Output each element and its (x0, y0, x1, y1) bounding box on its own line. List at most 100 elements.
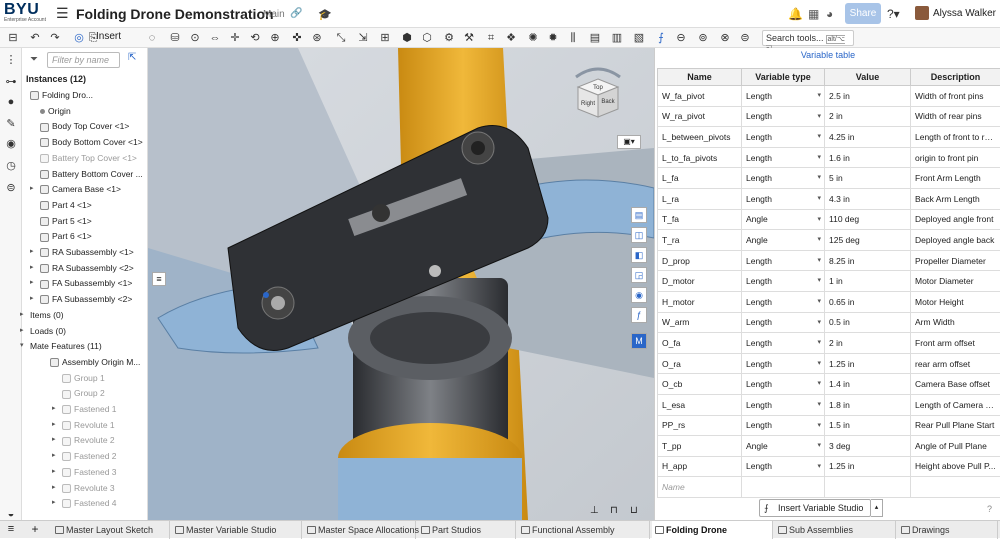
variable-type-cell[interactable]: Length (742, 147, 825, 168)
variable-type-cell[interactable]: Length (742, 312, 825, 333)
variable-value-cell[interactable]: 2 in (825, 106, 911, 127)
mate-tree-icon[interactable]: ⊶ (5, 76, 17, 88)
chevron-right-icon[interactable]: ▸ (52, 449, 56, 463)
share-button[interactable]: Share (845, 3, 881, 24)
slider-mate-icon[interactable]: ⇔ (208, 31, 222, 45)
variable-description-cell[interactable]: Deployed angle back (911, 230, 1000, 251)
mass-properties-icon[interactable]: ⊓ (610, 505, 618, 516)
tree-item[interactable]: ▸RA Subassembly <1> (40, 245, 134, 259)
section-view-icon[interactable]: ⊖ (674, 31, 688, 45)
variable-type-cell[interactable]: Length (742, 127, 825, 148)
variable-type-cell[interactable]: Length (742, 271, 825, 292)
filter-input[interactable]: Filter by name (47, 52, 120, 68)
byu-logo[interactable]: BYU Enterprise Account (4, 2, 50, 26)
variable-description-cell[interactable]: Propeller Diameter (911, 250, 1000, 271)
tab-list-icon[interactable]: ≡ (4, 522, 18, 536)
new-variable-name-input[interactable]: Name (658, 477, 742, 498)
variable-description-cell[interactable]: Camera Base offset (911, 374, 1000, 395)
tree-item[interactable]: Folding Dro... (30, 88, 93, 102)
chevron-down-icon[interactable]: ▾ (20, 339, 24, 353)
table-row[interactable]: L_faLength5 inFront Arm Length (658, 168, 1000, 189)
mate-connector-icon[interactable]: ⬢ (400, 31, 414, 45)
variable-type-cell[interactable]: Length (742, 291, 825, 312)
variable-description-cell[interactable]: Front Arm Length (911, 168, 1000, 189)
variable-type-cell[interactable]: Length (742, 106, 825, 127)
tree-item[interactable]: ▸Fastened 3 (62, 465, 117, 479)
variable-name-cell[interactable]: W_arm (658, 312, 742, 333)
variable-name-cell[interactable]: H_app (658, 456, 742, 477)
variable-name-cell[interactable]: D_prop (658, 250, 742, 271)
revolute-mate-icon[interactable]: ⊙ (188, 31, 202, 45)
table-row[interactable]: O_raLength1.25 inrear arm offset (658, 353, 1000, 374)
render-icon[interactable]: ⊜ (738, 31, 752, 45)
chevron-right-icon[interactable]: ▸ (20, 324, 24, 338)
parts-icon[interactable]: ⊜ (5, 182, 17, 194)
table-row[interactable]: H_appLength1.25 inHeight above Pull P... (658, 456, 1000, 477)
variable-type-cell[interactable]: Length (742, 374, 825, 395)
comment-icon[interactable]: ● (5, 96, 17, 108)
variable-description-cell[interactable]: Height above Pull P... (911, 456, 1000, 477)
variable-value-cell[interactable]: 1.8 in (825, 394, 911, 415)
variable-type-cell[interactable]: Length (742, 86, 825, 107)
variable-name-cell[interactable]: O_cb (658, 374, 742, 395)
chevron-right-icon[interactable]: ▸ (30, 261, 34, 275)
animate-icon[interactable]: ⊚ (696, 31, 710, 45)
filter-icon[interactable]: ⏷ (30, 54, 38, 65)
tab-folding-drone[interactable]: Folding Drone (652, 521, 773, 539)
variable-value-cell[interactable]: 4.25 in (825, 127, 911, 148)
table-row[interactable]: D_propLength8.25 inPropeller Diameter (658, 250, 1000, 271)
instances-icon[interactable]: ⋮ (5, 54, 17, 66)
tree-item[interactable]: Battery Top Cover <1> (40, 151, 137, 165)
view-cube-top-face[interactable]: Top (593, 85, 603, 91)
chevron-right-icon[interactable]: ▸ (30, 182, 34, 196)
table-row[interactable]: L_raLength4.3 inBack Arm Length (658, 188, 1000, 209)
tree-item[interactable]: ▾Mate Features (11) (30, 339, 102, 353)
add-tab-icon[interactable]: + (28, 522, 42, 536)
variable-name-cell[interactable]: O_fa (658, 333, 742, 354)
variable-type-cell[interactable]: Length (742, 250, 825, 271)
help-icon[interactable]: ? (987, 504, 992, 514)
tab-master-layout-sketch[interactable]: Master Layout Sketch (52, 521, 170, 539)
tree-item[interactable]: ▸Loads (0) (30, 324, 66, 338)
search-tools-input[interactable]: Search tools...alt/⌥ c (762, 30, 854, 46)
variable-name-cell[interactable]: T_pp (658, 436, 742, 457)
notes-icon[interactable]: ✎ (5, 118, 17, 130)
column-header-type[interactable]: Variable type (742, 69, 825, 86)
chevron-right-icon[interactable]: ▸ (52, 481, 56, 495)
tree-item[interactable]: ▸RA Subassembly <2> (40, 261, 134, 275)
tree-item[interactable]: Battery Bottom Cover ... (40, 167, 143, 181)
tab-sub-assemblies[interactable]: Sub Assemblies (775, 521, 896, 539)
chevron-right-icon[interactable]: ▸ (20, 308, 24, 322)
settings-gear-icon[interactable]: ✹ (546, 31, 560, 45)
tab-master-variable-studio[interactable]: Master Variable Studio (172, 521, 302, 539)
width-mate-icon[interactable]: ⇲ (356, 31, 370, 45)
view-options-dropdown[interactable]: ▣▾ (617, 135, 641, 149)
insert-variable-studio-button[interactable]: ⨍ Insert Variable Studio (759, 499, 871, 517)
graduation-cap-icon[interactable]: 🎓 (318, 8, 332, 21)
function-icon[interactable]: ƒ (631, 307, 647, 323)
tree-item[interactable]: ▸Revolute 1 (62, 418, 115, 432)
branch-label[interactable]: Main (263, 9, 285, 20)
variable-type-cell[interactable]: Length (742, 188, 825, 209)
variable-description-cell[interactable]: Motor Height (911, 291, 1000, 312)
list-toggle-icon[interactable]: ≡ (152, 272, 166, 286)
variable-description-cell[interactable]: rear arm offset (911, 353, 1000, 374)
variable-type-cell[interactable]: Angle (742, 230, 825, 251)
table-row[interactable]: H_motorLength0.65 inMotor Height (658, 291, 1000, 312)
rack-pinion-icon[interactable]: ⚒ (462, 31, 476, 45)
variable-value-cell[interactable]: 1.4 in (825, 374, 911, 395)
user-name[interactable]: Alyssa Walker (933, 8, 996, 19)
bom-icon[interactable]: ▥ (610, 31, 624, 45)
variable-value-cell[interactable]: 1.5 in (825, 415, 911, 436)
chevron-right-icon[interactable]: ▸ (52, 418, 56, 432)
tangent-mate-icon[interactable]: ⤡ (334, 31, 348, 45)
tree-item[interactable]: ▸Fastened 1 (62, 402, 117, 416)
variable-description-cell[interactable]: Front arm offset (911, 333, 1000, 354)
link-icon[interactable]: 🔗 (290, 8, 302, 19)
table-row[interactable]: T_raAngle125 degDeployed angle back (658, 230, 1000, 251)
table-row[interactable]: W_armLength0.5 inArm Width (658, 312, 1000, 333)
column-header-name[interactable]: Name (658, 69, 742, 86)
center-of-mass-icon[interactable]: ⊔ (630, 505, 638, 516)
tree-item[interactable]: ▸FA Subassembly <1> (40, 276, 132, 290)
variable-description-cell[interactable]: Deployed angle front (911, 209, 1000, 230)
